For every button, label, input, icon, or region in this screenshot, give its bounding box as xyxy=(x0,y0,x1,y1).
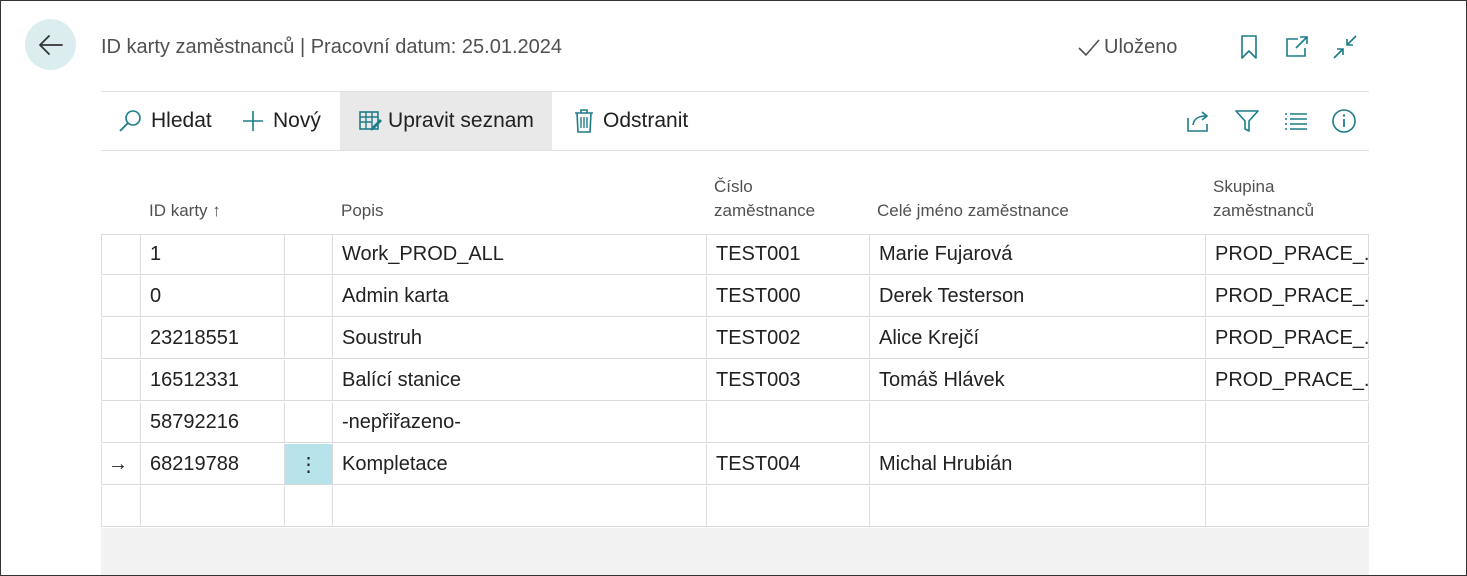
full-name-cell[interactable]: Derek Testerson xyxy=(870,276,1206,317)
full-name-cell[interactable] xyxy=(870,402,1206,443)
employee-group-cell[interactable]: PROD_PRACE_... xyxy=(1206,318,1369,359)
arrow-left-icon xyxy=(38,34,63,55)
employee-no-cell[interactable]: TEST004 xyxy=(707,444,870,485)
delete-button[interactable]: Odstranit xyxy=(573,92,688,150)
row-indicator xyxy=(101,486,141,527)
employee-no-cell[interactable] xyxy=(707,402,870,443)
employee-group-label-line1: Skupina xyxy=(1213,177,1275,196)
table-row[interactable]: 23218551 Soustruh TEST002 Alice Krejčí P… xyxy=(101,318,1369,360)
plus-icon xyxy=(243,111,263,131)
list-footer-area xyxy=(101,528,1369,575)
card-id-cell[interactable]: 68219788 xyxy=(141,444,285,485)
description-cell[interactable]: -nepřiřazeno- xyxy=(333,402,707,443)
row-indicator xyxy=(101,402,141,443)
full-name-cell[interactable]: Tomáš Hlávek xyxy=(870,360,1206,401)
sort-ascending-icon: ↑ xyxy=(212,201,221,220)
employee-group-cell[interactable] xyxy=(1206,444,1369,485)
employee-no-cell[interactable]: TEST001 xyxy=(707,234,870,275)
employee-card-table: 1 Work_PROD_ALL TEST001 Marie Fujarová P… xyxy=(101,234,1369,528)
column-header-card-id[interactable]: ID karty ↑ xyxy=(149,199,221,223)
employee-no-cell[interactable]: TEST003 xyxy=(707,360,870,401)
action-bar: Hledat Nový Upravit seznam Odstranit xyxy=(101,91,1369,151)
employee-no-label-line2: zaměstnance xyxy=(714,201,816,220)
employee-group-cell[interactable] xyxy=(1206,486,1369,527)
card-id-cell[interactable]: 0 xyxy=(141,276,285,317)
saved-status: Uloženo xyxy=(1076,36,1177,59)
table-row[interactable]: 0 Admin karta TEST000 Derek Testerson PR… xyxy=(101,276,1369,318)
description-cell[interactable] xyxy=(333,486,707,527)
row-actions-cell[interactable] xyxy=(285,234,333,275)
trash-icon xyxy=(575,109,593,133)
row-actions-cell[interactable] xyxy=(285,360,333,401)
row-actions-cell[interactable] xyxy=(285,402,333,443)
current-row-arrow-icon: → xyxy=(101,444,141,485)
row-indicator xyxy=(101,318,141,359)
table-row[interactable]: 16512331 Balící stanice TEST003 Tomáš Hl… xyxy=(101,360,1369,402)
table-row[interactable]: 1 Work_PROD_ALL TEST001 Marie Fujarová P… xyxy=(101,234,1369,276)
filter-icon[interactable] xyxy=(1234,108,1260,134)
edit-list-button[interactable]: Upravit seznam xyxy=(340,92,552,150)
row-actions-cell[interactable] xyxy=(285,486,333,527)
row-actions-cell[interactable] xyxy=(285,318,333,359)
employee-no-cell[interactable]: TEST002 xyxy=(707,318,870,359)
row-indicator xyxy=(101,234,141,275)
description-cell[interactable]: Soustruh xyxy=(333,318,707,359)
full-name-cell[interactable]: Michal Hrubián xyxy=(870,444,1206,485)
card-id-cell[interactable]: 1 xyxy=(141,234,285,275)
card-id-cell[interactable]: 23218551 xyxy=(141,318,285,359)
page-title: ID karty zaměstnanců | Pracovní datum: 2… xyxy=(101,36,562,58)
bookmark-icon[interactable] xyxy=(1236,34,1262,60)
column-header-description[interactable]: Popis xyxy=(341,199,384,223)
collapse-icon[interactable] xyxy=(1332,34,1358,60)
page-frame: ID karty zaměstnanců | Pracovní datum: 2… xyxy=(0,0,1467,576)
edit-list-label: Upravit seznam xyxy=(388,109,534,132)
table-row-current[interactable]: → 68219788 ⋮ Kompletace TEST004 Michal H… xyxy=(101,444,1369,486)
employee-group-label-line2: zaměstnanců xyxy=(1213,201,1315,220)
description-cell[interactable]: Balící stanice xyxy=(333,360,707,401)
table-row-empty[interactable] xyxy=(101,486,1369,528)
search-icon xyxy=(119,110,141,132)
back-button[interactable] xyxy=(25,19,76,70)
search-label: Hledat xyxy=(151,109,212,132)
row-indicator xyxy=(101,276,141,317)
edit-table-icon xyxy=(359,111,383,131)
full-name-cell[interactable] xyxy=(870,486,1206,527)
full-name-cell[interactable]: Marie Fujarová xyxy=(870,234,1206,275)
new-button[interactable]: Nový xyxy=(241,92,321,150)
search-button[interactable]: Hledat xyxy=(117,92,212,150)
employee-group-cell[interactable] xyxy=(1206,402,1369,443)
card-id-cell[interactable] xyxy=(141,486,285,527)
employee-group-cell[interactable]: PROD_PRACE_... xyxy=(1206,360,1369,401)
employee-no-cell[interactable]: TEST000 xyxy=(707,276,870,317)
employee-group-cell[interactable]: PROD_PRACE_... xyxy=(1206,234,1369,275)
row-indicator xyxy=(101,360,141,401)
employee-group-cell[interactable]: PROD_PRACE_... xyxy=(1206,276,1369,317)
delete-label: Odstranit xyxy=(603,109,689,132)
saved-label: Uloženo xyxy=(1104,36,1178,58)
table-row[interactable]: 58792216 -nepřiřazeno- xyxy=(101,402,1369,444)
description-cell[interactable]: Kompletace xyxy=(333,444,707,485)
row-actions-cell[interactable] xyxy=(285,276,333,317)
checkmark-icon xyxy=(1078,38,1100,56)
new-label: Nový xyxy=(273,109,321,132)
open-in-new-window-icon[interactable] xyxy=(1284,34,1310,60)
full-name-cell[interactable]: Alice Krejčí xyxy=(870,318,1206,359)
description-cell[interactable]: Work_PROD_ALL xyxy=(333,234,707,275)
share-icon[interactable] xyxy=(1185,108,1211,134)
employee-no-label-line1: Číslo xyxy=(714,177,753,196)
description-cell[interactable]: Admin karta xyxy=(333,276,707,317)
column-header-employee-no[interactable]: Číslo zaměstnance xyxy=(714,175,815,223)
list-view-icon[interactable] xyxy=(1283,108,1309,134)
column-header-full-name[interactable]: Celé jméno zaměstnance xyxy=(877,199,1069,223)
column-header-employee-group[interactable]: Skupina zaměstnanců xyxy=(1213,175,1314,223)
employee-no-cell[interactable] xyxy=(707,486,870,527)
card-id-label: ID karty xyxy=(149,201,208,220)
info-icon[interactable] xyxy=(1331,108,1357,134)
card-id-cell[interactable]: 16512331 xyxy=(141,360,285,401)
card-id-cell[interactable]: 58792216 xyxy=(141,402,285,443)
row-actions-menu-icon[interactable]: ⋮ xyxy=(285,444,333,485)
